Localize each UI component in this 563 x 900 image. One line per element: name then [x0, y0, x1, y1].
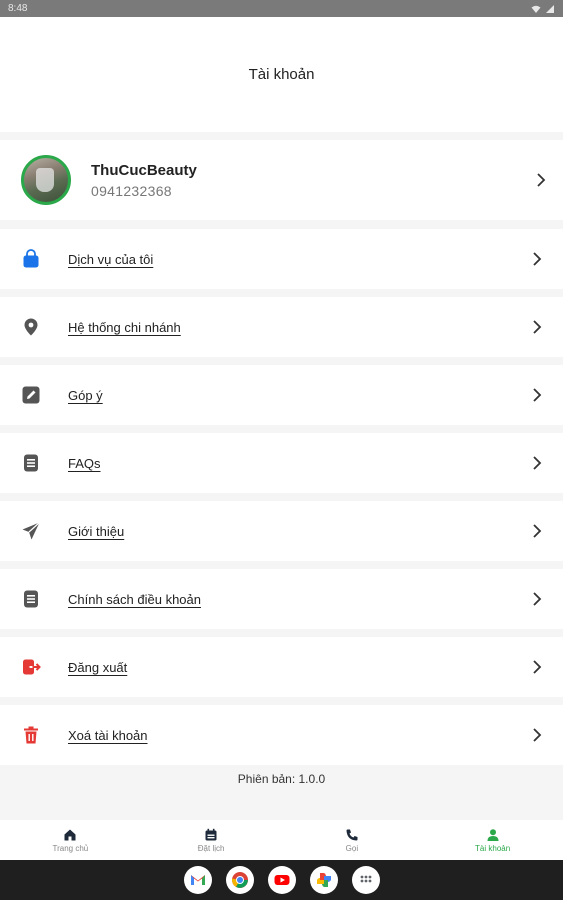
nav-account[interactable]: Tài khoản	[422, 820, 563, 860]
logout-icon	[20, 656, 42, 678]
profile-name: ThuCucBeauty	[91, 161, 197, 179]
battery-icon	[546, 4, 554, 13]
menu-item-delete-account[interactable]: Xoá tài khoản	[0, 705, 563, 765]
menu-label: Dịch vụ của tôi	[68, 251, 154, 267]
chevron-right-icon	[533, 524, 542, 538]
edit-icon	[20, 384, 42, 406]
menu-item-branches[interactable]: Hệ thống chi nhánh	[0, 297, 563, 357]
nav-label: Tài khoản	[475, 843, 511, 853]
menu-item-feedback[interactable]: Góp ý	[0, 365, 563, 425]
nav-label: Gọi	[345, 843, 359, 853]
status-bar: 8:48	[0, 0, 563, 17]
menu-item-terms[interactable]: Chính sách điều khoản	[0, 569, 563, 629]
nav-label: Đặt lịch	[197, 843, 225, 853]
profile-phone: 0941232368	[91, 182, 172, 199]
menu-label: Xoá tài khoản	[68, 727, 148, 743]
profile-info: ThuCucBeauty 0941232368	[91, 162, 535, 199]
nav-label: Trang chủ	[52, 843, 89, 853]
youtube-icon[interactable]	[267, 866, 296, 894]
chevron-right-icon	[533, 320, 542, 334]
phone-icon	[346, 829, 358, 840]
menu-label: Giới thiệu	[68, 523, 125, 539]
menu-label: FAQs	[68, 455, 101, 471]
avatar	[21, 155, 71, 205]
chevron-right-icon	[533, 388, 542, 402]
menu-item-my-services[interactable]: Dịch vụ của tôi	[0, 229, 563, 289]
apps-icon[interactable]	[351, 866, 380, 894]
send-icon	[20, 520, 42, 542]
status-time: 8:48	[8, 3, 28, 14]
document-icon	[20, 588, 42, 610]
shopping-bag-icon	[20, 248, 42, 270]
location-pin-icon	[20, 316, 42, 338]
page-title: Tài khoản	[248, 66, 315, 83]
chevron-right-icon	[537, 173, 546, 187]
user-icon	[487, 828, 499, 841]
trash-icon	[20, 724, 42, 746]
document-icon	[20, 452, 42, 474]
chevron-right-icon	[533, 252, 542, 266]
home-icon	[64, 829, 76, 840]
page-header: Tài khoản	[0, 17, 563, 132]
profile-row[interactable]: ThuCucBeauty 0941232368	[0, 140, 563, 220]
nav-home[interactable]: Trang chủ	[0, 820, 141, 860]
version-text: Phiên bản: 1.0.0	[237, 772, 326, 786]
menu-item-logout[interactable]: Đăng xuất	[0, 637, 563, 697]
bottom-nav: Trang chủ Đặt lịch Gọi Tài khoản	[0, 820, 563, 860]
chevron-right-icon	[533, 592, 542, 606]
menu-label: Hệ thống chi nhánh	[68, 319, 181, 335]
chevron-right-icon	[533, 660, 542, 674]
menu-item-about[interactable]: Giới thiệu	[0, 501, 563, 561]
system-dock	[0, 860, 563, 900]
chevron-right-icon	[533, 728, 542, 742]
menu-item-faqs[interactable]: FAQs	[0, 433, 563, 493]
menu-label: Góp ý	[68, 387, 103, 403]
menu-label: Chính sách điều khoản	[68, 591, 201, 607]
status-icons	[531, 4, 555, 14]
chrome-icon[interactable]	[225, 866, 254, 894]
wifi-icon	[531, 5, 541, 13]
chevron-right-icon	[533, 456, 542, 470]
calendar-icon	[205, 828, 217, 840]
gmail-icon[interactable]	[183, 866, 212, 894]
nav-call[interactable]: Gọi	[282, 820, 423, 860]
nav-booking[interactable]: Đặt lịch	[141, 820, 282, 860]
menu-label: Đăng xuất	[68, 659, 128, 675]
photos-icon[interactable]	[309, 866, 338, 894]
